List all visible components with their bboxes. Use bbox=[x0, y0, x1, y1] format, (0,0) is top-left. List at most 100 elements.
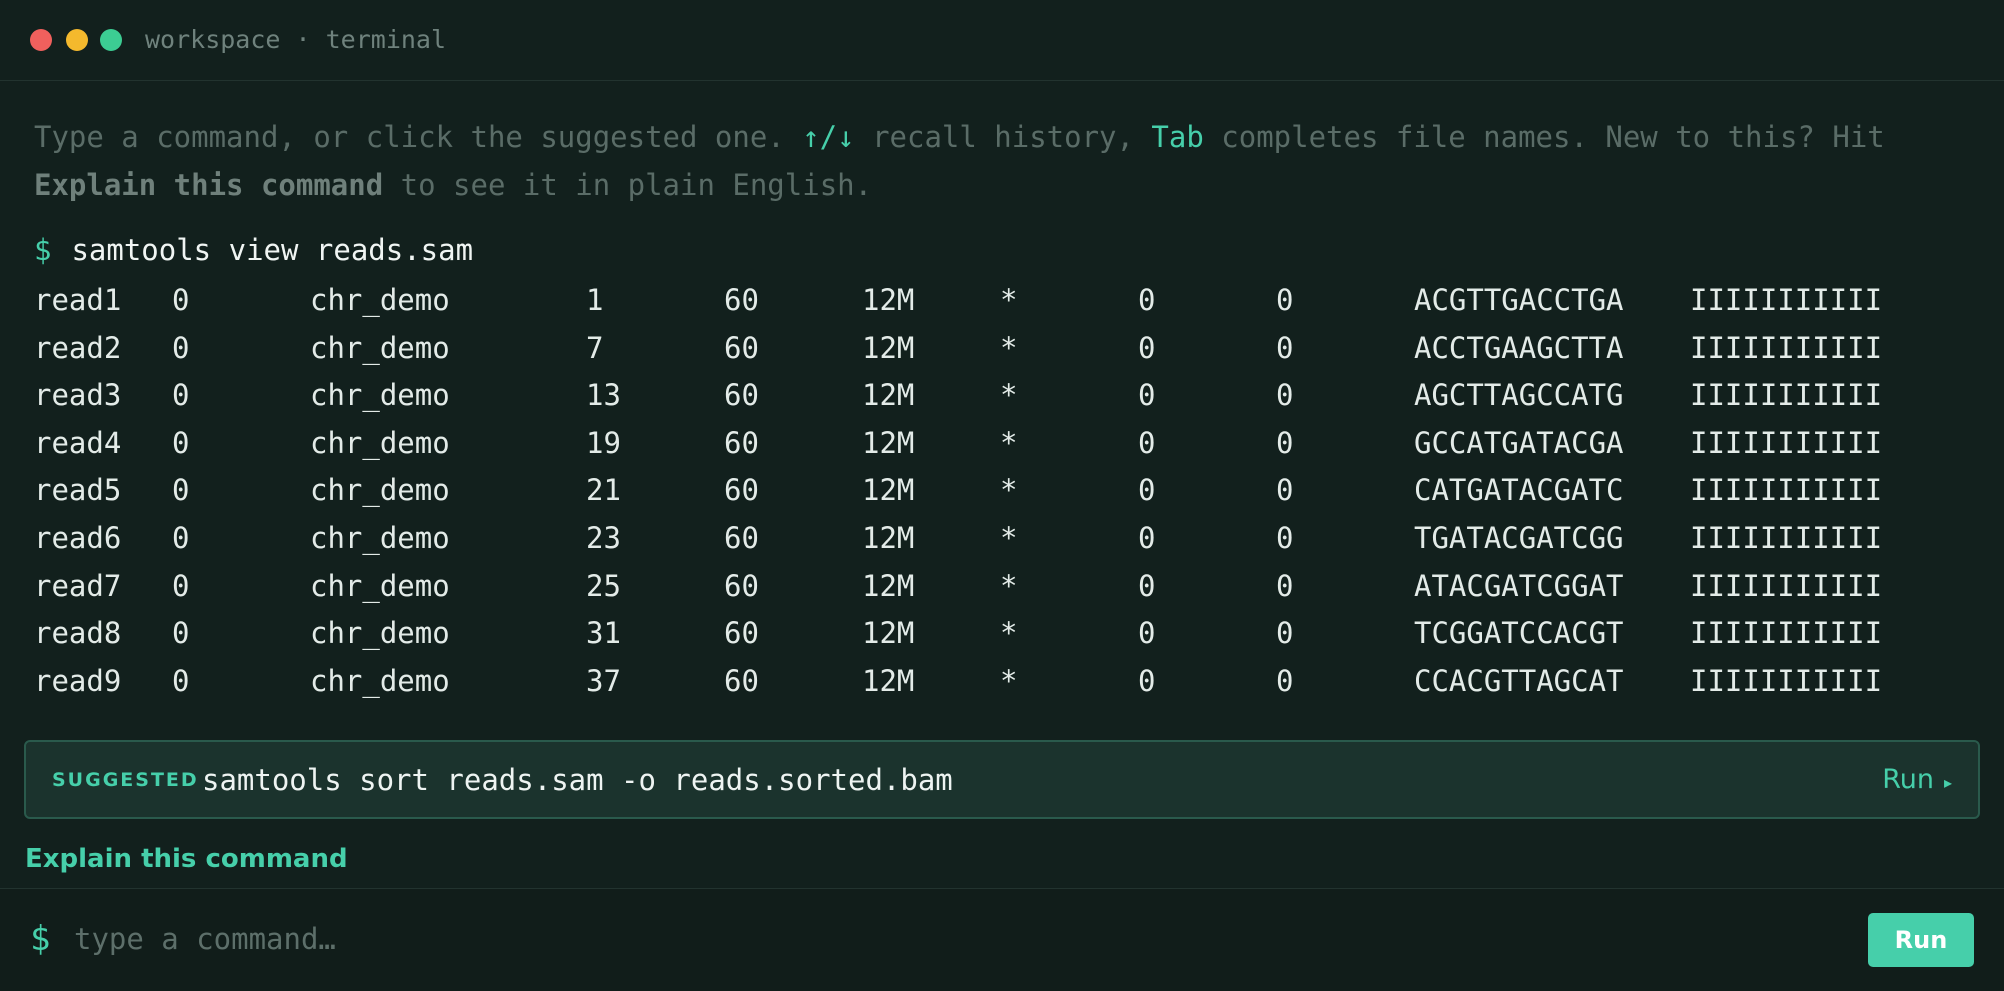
output-cell: 0 bbox=[172, 330, 190, 365]
output-cell: 0 bbox=[172, 520, 190, 555]
output-cell: 0 bbox=[172, 425, 190, 460]
output-cell: 0 bbox=[1138, 283, 1156, 317]
title-bar: workspace · terminal bbox=[0, 0, 2004, 81]
input-prompt-dollar: $ bbox=[30, 919, 51, 959]
output-cell: 12M bbox=[862, 520, 915, 555]
output-cell: * bbox=[1000, 473, 1018, 508]
output-cell: TCGGATCCACGT bbox=[1414, 616, 1624, 651]
output-cell: chr_demo bbox=[310, 330, 450, 365]
output-cell: read9 bbox=[34, 663, 122, 698]
output-row: read4 0 chr_demo 19 60 12M * 0 0 GCCATGATACGA IIII… bbox=[34, 420, 1910, 468]
output-cell: 37 bbox=[586, 663, 621, 698]
output-cell: * bbox=[1000, 378, 1018, 413]
output-cell: IIIIIIIIIII bbox=[1690, 473, 1883, 508]
close-window-dot[interactable] bbox=[30, 29, 52, 51]
output-cell: 0 bbox=[1138, 330, 1156, 365]
output-cell: 12M bbox=[862, 378, 915, 413]
output-cell: chr_demo bbox=[310, 568, 450, 603]
output-cell: 0 bbox=[1276, 520, 1294, 555]
maximize-window-dot[interactable] bbox=[100, 29, 122, 51]
output-cell: ACCTGAAGCTTA bbox=[1414, 330, 1624, 365]
output-cell: chr_demo bbox=[310, 283, 450, 317]
output-row: read9 0 chr_demo 37 60 12M * 0 0 CCACGTTAGCAT IIII… bbox=[34, 658, 1910, 706]
prompt-dollar: $ bbox=[34, 233, 52, 267]
hint-text: recall history, bbox=[854, 120, 1152, 154]
run-suggested-label: Run bbox=[1882, 764, 1934, 795]
output-cell: 0 bbox=[1276, 568, 1294, 603]
output-row: read3 0 chr_demo 13 60 12M * 0 0 AGCTTAGCCATG IIII… bbox=[34, 372, 1910, 420]
output-cell: 12M bbox=[862, 616, 915, 651]
output-cell: 60 bbox=[724, 520, 759, 555]
run-button[interactable]: Run bbox=[1868, 913, 1974, 967]
output-cell: chr_demo bbox=[310, 663, 450, 698]
window-title: workspace · terminal bbox=[145, 25, 447, 54]
output-cell: 0 bbox=[1276, 425, 1294, 460]
output-cell: 60 bbox=[724, 616, 759, 651]
output-cell: 0 bbox=[1276, 283, 1294, 317]
output-cell: 12M bbox=[862, 425, 915, 460]
output-cell: 31 bbox=[586, 616, 621, 651]
output-row: read5 0 chr_demo 21 60 12M * 0 0 CATGATACGATC IIII… bbox=[34, 467, 1910, 515]
history-arrows-key: ↑/↓ bbox=[802, 120, 855, 154]
output-cell: 25 bbox=[586, 568, 621, 603]
hint-text: to see it in plain English. bbox=[383, 168, 873, 202]
output-cell: * bbox=[1000, 520, 1018, 555]
output-cell: 60 bbox=[724, 425, 759, 460]
output-cell: 0 bbox=[172, 473, 190, 508]
suggested-command-card[interactable]: SUGGESTED samtools sort reads.sam -o rea… bbox=[24, 740, 1980, 819]
output-cell: 12M bbox=[862, 330, 915, 365]
output-cell: 0 bbox=[172, 663, 190, 698]
output-cell: * bbox=[1000, 330, 1018, 365]
output-cell: IIIIIIIIIII bbox=[1690, 663, 1883, 698]
output-cell: chr_demo bbox=[310, 425, 450, 460]
output-cell: 0 bbox=[1276, 378, 1294, 413]
output-cell: read7 bbox=[34, 568, 122, 603]
output-cell: 60 bbox=[724, 283, 759, 317]
history-command-line: $ samtools view reads.sam bbox=[34, 230, 473, 270]
output-cell: chr_demo bbox=[310, 378, 450, 413]
suggested-command[interactable]: samtools sort reads.sam -o reads.sorted.… bbox=[202, 762, 953, 798]
hint-text: completes file names. New to this? Hit bbox=[1203, 120, 1885, 154]
output-cell: 0 bbox=[1138, 568, 1156, 603]
output-cell: 0 bbox=[1138, 616, 1156, 651]
output-row: read1 0 chr_demo 1 60 12M * 0 0 ACGTTGACCTGA IIIII… bbox=[34, 277, 1910, 325]
output-cell: 0 bbox=[1276, 473, 1294, 508]
output-cell: TGATACGATCGG bbox=[1414, 520, 1624, 555]
output-cell: read3 bbox=[34, 378, 122, 413]
run-suggested-button[interactable]: Run ▸ bbox=[1882, 762, 1952, 801]
hint-text: Type a command, or click the suggested o… bbox=[34, 120, 803, 154]
output-cell: 0 bbox=[1276, 616, 1294, 651]
output-cell: 60 bbox=[724, 568, 759, 603]
output-cell: chr_demo bbox=[310, 473, 450, 508]
output-cell: 60 bbox=[724, 473, 759, 508]
output-cell: CCACGTTAGCAT bbox=[1414, 663, 1624, 698]
output-cell: 7 bbox=[586, 330, 604, 365]
explain-command-link[interactable]: Explain this command bbox=[25, 842, 348, 876]
output-cell: read4 bbox=[34, 425, 122, 460]
output-cell: ATACGATCGGAT bbox=[1414, 568, 1624, 603]
output-cell: 0 bbox=[172, 283, 190, 317]
play-icon: ▸ bbox=[1943, 773, 1952, 792]
output-cell: * bbox=[1000, 616, 1018, 651]
command-input[interactable] bbox=[74, 917, 1834, 961]
output-cell: 12M bbox=[862, 473, 915, 508]
output-cell: 0 bbox=[1138, 378, 1156, 413]
output-cell: * bbox=[1000, 425, 1018, 460]
output-cell: chr_demo bbox=[310, 520, 450, 555]
output-cell: read2 bbox=[34, 330, 122, 365]
output-cell: 0 bbox=[172, 568, 190, 603]
output-cell: 0 bbox=[172, 378, 190, 413]
output-cell: 0 bbox=[1138, 663, 1156, 698]
output-cell: IIIIIIIIIII bbox=[1690, 425, 1883, 460]
output-cell: IIIIIIIIIII bbox=[1690, 330, 1883, 365]
output-cell: CATGATACGATC bbox=[1414, 473, 1624, 508]
tab-key: Tab bbox=[1151, 120, 1204, 154]
output-cell: IIIIIIIIIII bbox=[1690, 283, 1883, 317]
output-row: read6 0 chr_demo 23 60 12M * 0 0 TGATACGATCGG IIII… bbox=[34, 515, 1910, 563]
output-cell: 12M bbox=[862, 568, 915, 603]
usage-hint: Type a command, or click the suggested o… bbox=[34, 113, 1964, 209]
output-cell: 0 bbox=[1138, 520, 1156, 555]
output-cell: 0 bbox=[1276, 663, 1294, 698]
minimize-window-dot[interactable] bbox=[66, 29, 88, 51]
output-cell: 1 bbox=[586, 283, 604, 317]
